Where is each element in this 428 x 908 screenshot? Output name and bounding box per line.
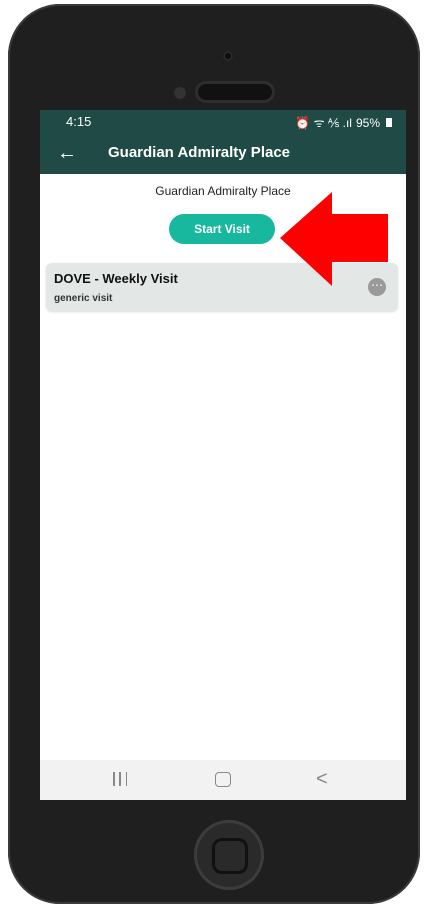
red-arrow-annotation — [280, 192, 388, 286]
visit-title: DOVE - Weekly Visit — [54, 271, 178, 286]
status-icons: ⏰ ᯤ ⅍ .ıl 95% — [295, 114, 392, 131]
nav-back-icon[interactable]: < — [316, 768, 328, 791]
arrow-shape — [280, 192, 388, 286]
back-arrow-icon[interactable]: ← — [56, 142, 78, 164]
home-button-icon — [212, 838, 248, 874]
status-time: 4:15 — [66, 114, 92, 129]
start-visit-button[interactable]: Start Visit — [169, 214, 275, 244]
home-icon[interactable] — [215, 772, 231, 787]
status-bar: 4:15 ⏰ ᯤ ⅍ .ıl 95% — [40, 110, 406, 134]
battery-percent: 95% — [355, 115, 380, 130]
recent-apps-icon[interactable] — [113, 772, 127, 786]
earpiece-speaker — [198, 84, 272, 100]
front-camera-icon — [223, 51, 233, 61]
battery-icon — [386, 118, 392, 127]
system-nav-bar: < — [40, 760, 406, 800]
status-signal-icons: ⏰ ᯤ ⅍ .ıl — [295, 116, 352, 130]
proximity-sensor-icon — [174, 87, 186, 99]
visit-subtitle: generic visit — [54, 293, 113, 304]
page-title: Guardian Admiralty Place — [108, 144, 291, 161]
app-bar: ← Guardian Admiralty Place — [40, 134, 406, 174]
hardware-home-button[interactable] — [194, 820, 264, 890]
